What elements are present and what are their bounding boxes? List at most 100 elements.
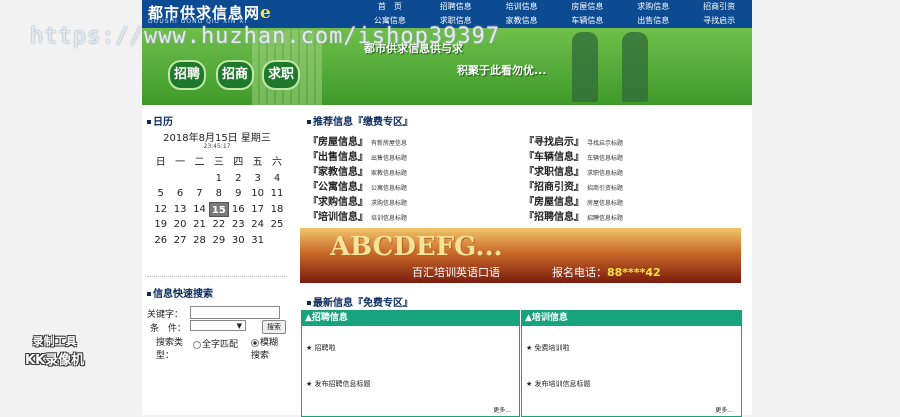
calendar-day[interactable]: 30	[229, 233, 248, 249]
ad-headline: ABCDEFG...	[330, 232, 503, 262]
calendar-day[interactable]: 25	[267, 217, 286, 233]
calendar-day[interactable]: 29	[209, 233, 228, 249]
box-header[interactable]: ▲招聘信息	[302, 311, 519, 326]
recommend-item[interactable]: 『求职信息』 求职信息标题	[524, 163, 623, 178]
bullet-icon	[147, 292, 151, 296]
logo-e-icon: e	[260, 3, 272, 23]
calendar-weekday: 四	[233, 157, 244, 168]
calendar-day[interactable]: 20	[170, 217, 189, 233]
recommend-item[interactable]: 『出售信息』 出售信息标题	[308, 148, 407, 163]
list-item[interactable]: ★ 招聘啦	[306, 343, 336, 353]
ad-phone-value: 88****42	[607, 266, 661, 279]
banner-pill-investment[interactable]: 招商	[216, 60, 255, 90]
recommend-item[interactable]: 『招聘信息』 招聘信息标题	[524, 208, 623, 223]
calendar-day[interactable]: 16	[229, 202, 248, 218]
search-type-label: 搜索类型：	[156, 338, 184, 361]
banner-pill-jobseek[interactable]: 求职	[262, 60, 301, 90]
more-link[interactable]: 更多...	[715, 405, 733, 414]
calendar-day[interactable]: 23	[229, 217, 248, 233]
recommend-item[interactable]: 『家教信息』 家教信息标题	[308, 163, 407, 178]
recommend-item[interactable]: 『招商引资』 招商引资标题	[524, 178, 623, 193]
recommend-item-desc: 培训信息标题	[371, 215, 408, 222]
calendar-day[interactable]: 17	[248, 202, 267, 218]
recommend-item[interactable]: 『房屋信息』 房屋信息标题	[524, 193, 623, 208]
recommend-item-tag: 『招商引资』	[524, 182, 584, 193]
url-watermark: https://www.huzhan.com/ishop39397	[30, 24, 501, 49]
box-header[interactable]: ▲培训信息	[522, 311, 741, 326]
calendar-day[interactable]: 1	[209, 171, 228, 187]
calendar-day[interactable]: 8	[209, 186, 228, 202]
search-button[interactable]: 搜索	[262, 320, 286, 334]
list-item[interactable]: ★ 发布招聘信息标题	[306, 379, 371, 389]
calendar-weekday: 一	[175, 157, 186, 168]
recommend-item[interactable]: 『培训信息』 培训信息标题	[308, 208, 407, 223]
bullet-icon	[307, 301, 311, 305]
calendar-day[interactable]: 4	[267, 171, 286, 187]
more-link[interactable]: 更多...	[493, 405, 511, 414]
calendar-weekday: 二	[194, 157, 205, 168]
recommend-item-tag: 『寻找启示』	[524, 137, 584, 148]
calendar-day[interactable]: 12	[151, 202, 170, 218]
calendar-day[interactable]: 21	[190, 217, 209, 233]
calendar-widget: 2018年8月15日 星期三 23:45:17 日一二三四五六123456789…	[147, 125, 287, 275]
nav-item-investment[interactable]: 招商引资	[686, 0, 752, 14]
recommend-item-desc: 招聘信息标题	[587, 215, 624, 222]
list-item[interactable]: ★ 免费培训啦	[526, 343, 570, 353]
recommend-item-desc: 有新房屋信息	[371, 140, 408, 147]
calendar-day[interactable]: 15	[209, 201, 229, 217]
calendar-day[interactable]: 27	[170, 233, 189, 249]
recommend-title-text: 推荐信息『缴费专区』	[313, 117, 413, 128]
calendar-weekday: 三	[213, 157, 224, 168]
calendar-day[interactable]: 31	[248, 233, 267, 249]
nav-item-sale[interactable]: 出售信息	[620, 14, 686, 28]
radio-fuzzy[interactable]: 模糊搜索	[251, 337, 285, 363]
calendar-day[interactable]: 14	[190, 202, 209, 218]
recommend-item[interactable]: 『求购信息』 求购信息标题	[308, 193, 407, 208]
calendar-day[interactable]: 19	[151, 217, 170, 233]
nav-item-recruit[interactable]: 招聘信息	[423, 0, 489, 14]
calendar-date: 2018年8月15日 星期三	[163, 133, 271, 144]
nav-item-lostfound[interactable]: 寻找启示	[686, 14, 752, 28]
calendar-day[interactable]: 13	[170, 202, 189, 218]
ad-banner[interactable]: ABCDEFG... 百汇培训英语口语 报名电话：88****42	[300, 228, 741, 283]
radio-icon	[193, 340, 201, 349]
calendar-day[interactable]: 18	[267, 202, 286, 218]
header-banner: 都市供求信息网e DOUSHI GONG QIU XIN XI 首 页 招聘信息…	[142, 0, 752, 105]
calendar-day[interactable]: 2	[229, 171, 248, 187]
banner-pill-recruit[interactable]: 招聘	[168, 60, 207, 90]
nav-item-house[interactable]: 房屋信息	[555, 0, 621, 14]
condition-select[interactable]: ▼	[190, 320, 246, 331]
calendar-day[interactable]: 24	[248, 217, 267, 233]
calendar-day[interactable]: 28	[190, 233, 209, 249]
calendar-day[interactable]: 5	[151, 186, 170, 202]
recommend-item[interactable]: 『寻找启示』 寻找启示标题	[524, 133, 623, 148]
calendar-day[interactable]: 6	[170, 186, 189, 202]
recommend-item[interactable]: 『公寓信息』 公寓信息标题	[308, 178, 407, 193]
keyword-input[interactable]	[190, 306, 280, 319]
nav-item-vehicle[interactable]: 车辆信息	[555, 14, 621, 28]
recommend-item-tag: 『求职信息』	[524, 167, 584, 178]
calendar-weekday: 六	[272, 157, 283, 168]
recommend-item-tag: 『招聘信息』	[524, 212, 584, 223]
calendar-day[interactable]: 3	[248, 171, 267, 187]
recommend-item-tag: 『培训信息』	[308, 212, 368, 223]
calendar-day[interactable]: 26	[151, 233, 170, 249]
banner-slogan-2: 积聚于此看勿优...	[457, 64, 547, 77]
recorder-line1: 录制工具	[32, 335, 77, 348]
divider	[147, 276, 287, 277]
calendar-day[interactable]: 11	[267, 186, 286, 202]
nav-item-home[interactable]: 首 页	[357, 0, 423, 14]
nav-item-purchase[interactable]: 求购信息	[620, 0, 686, 14]
recommend-item[interactable]: 『车辆信息』 车辆信息标题	[524, 148, 623, 163]
radio-exact[interactable]: 全字匹配	[193, 337, 238, 350]
latest-box-recruit: ▲招聘信息 ★ 招聘啦 ★ 发布招聘信息标题 更多...	[301, 310, 520, 417]
recommend-item-desc: 房屋信息标题	[587, 200, 624, 207]
latest-title-text: 最新信息『免费专区』	[313, 298, 413, 309]
calendar-day[interactable]: 7	[190, 186, 209, 202]
calendar-day[interactable]: 22	[209, 217, 228, 233]
list-item[interactable]: ★ 发布培训信息标题	[526, 379, 591, 389]
calendar-day[interactable]: 9	[229, 186, 248, 202]
calendar-day[interactable]: 10	[248, 186, 267, 202]
recommend-item[interactable]: 『房屋信息』 有新房屋信息	[308, 133, 407, 148]
nav-item-training[interactable]: 培训信息	[489, 0, 555, 14]
